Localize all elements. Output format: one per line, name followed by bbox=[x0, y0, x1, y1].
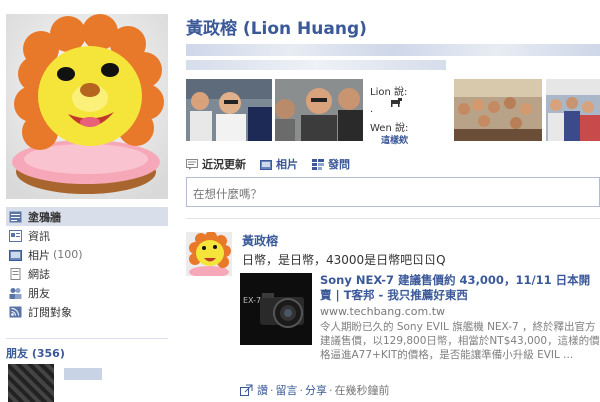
wen-reply-text: 這樣欸 bbox=[381, 136, 409, 146]
sidebar-item-label: 網誌 bbox=[28, 267, 50, 281]
friend-name-blurred[interactable] bbox=[64, 368, 102, 380]
share-button[interactable]: 分享 bbox=[305, 382, 327, 398]
sidebar-item-photos[interactable]: 相片 (100) bbox=[6, 245, 168, 264]
wen-says-label: Wen 說: bbox=[370, 123, 409, 134]
sidebar-item-subscriptions[interactable]: 訂閱對象 bbox=[6, 302, 168, 321]
photo-count: (100) bbox=[53, 248, 83, 261]
friend-avatar[interactable] bbox=[8, 364, 54, 402]
link-url: www.techbang.com.tw bbox=[320, 305, 446, 318]
sidebar-item-label: 相片 bbox=[28, 248, 50, 262]
sidebar-item-label: 塗鴉牆 bbox=[28, 210, 61, 224]
info-icon bbox=[9, 229, 22, 242]
like-button[interactable]: 讚 bbox=[257, 382, 268, 398]
sidebar-nav: 塗鴉牆 資訊 相片 (100) 網誌 朋友 訂閱對象 bbox=[6, 207, 168, 321]
lion-says-label: Lion 說: bbox=[370, 87, 408, 98]
sidebar-item-friends[interactable]: 朋友 bbox=[6, 283, 168, 302]
tagged-photo[interactable] bbox=[275, 79, 363, 141]
question-icon bbox=[312, 158, 324, 170]
post-actions: 讚 · 留言 · 分享 · 在幾秒鐘前 bbox=[240, 382, 390, 398]
notes-icon bbox=[9, 267, 22, 280]
share-link-icon bbox=[240, 384, 253, 396]
post-author-name[interactable]: 黃政榕 bbox=[242, 232, 278, 249]
link-title[interactable]: Sony NEX-7 建議售價約 43,000，11/11 日本開賣 | T客邦… bbox=[320, 273, 600, 303]
tagged-photo[interactable] bbox=[454, 79, 542, 141]
tab-label: 近況更新 bbox=[202, 158, 246, 171]
sidebar-item-label: 朋友 bbox=[28, 286, 50, 300]
post-text: 日幣，是日幣，43000是日幣吧ㄖㄖQ bbox=[242, 253, 446, 267]
link-description: 令人期盼已久的 Sony EVIL 旗艦機 NEX-7 ，終於釋出官方建議售價，… bbox=[320, 321, 600, 361]
subscriptions-icon bbox=[9, 306, 22, 318]
tab-status[interactable]: 近況更新 bbox=[186, 156, 246, 172]
profile-info-blurred-2 bbox=[186, 60, 446, 70]
photos-icon bbox=[9, 249, 22, 261]
tagged-photo[interactable] bbox=[546, 79, 600, 141]
tab-label: 發問 bbox=[328, 158, 350, 171]
sidebar-item-notes[interactable]: 網誌 bbox=[6, 264, 168, 283]
main-column: 黃政榕 (Lion Huang) Lion 說: · Wen 說: 這樣欸 近況… bbox=[186, 0, 600, 402]
divider bbox=[186, 218, 600, 219]
tab-photo[interactable]: 相片 bbox=[260, 156, 298, 172]
profile-name: 黃政榕 (Lion Huang) bbox=[186, 19, 367, 39]
link-thumbnail[interactable]: EX-7 bbox=[240, 273, 312, 345]
friends-icon bbox=[9, 287, 22, 299]
wall-to-wall-preview[interactable]: Lion 說: · Wen 說: 這樣欸 bbox=[367, 79, 451, 146]
wall-icon bbox=[9, 211, 22, 223]
tagged-photo[interactable] bbox=[186, 79, 272, 141]
photo-strip: Lion 說: · Wen 說: 這樣欸 bbox=[186, 79, 600, 146]
svg-text:EX-7: EX-7 bbox=[243, 296, 261, 305]
profile-info-blurred bbox=[186, 44, 600, 56]
friends-header[interactable]: 朋友 (356) bbox=[6, 338, 168, 361]
dog-icon bbox=[389, 97, 403, 110]
post-author-avatar[interactable] bbox=[186, 232, 232, 276]
sidebar-item-label: 訂閱對象 bbox=[28, 305, 72, 319]
profile-picture[interactable] bbox=[6, 14, 168, 199]
photo-icon bbox=[260, 159, 272, 170]
wall-tabs: 近況更新 相片 發問 bbox=[186, 156, 350, 172]
sidebar-item-wall[interactable]: 塗鴉牆 bbox=[6, 207, 168, 226]
status-icon bbox=[186, 158, 198, 170]
post-timestamp[interactable]: 在幾秒鐘前 bbox=[335, 382, 390, 398]
left-column: 塗鴉牆 資訊 相片 (100) 網誌 朋友 訂閱對象 朋友 (356) bbox=[0, 0, 168, 402]
sidebar-item-label: 資訊 bbox=[28, 229, 50, 243]
comment-button[interactable]: 留言 bbox=[276, 382, 298, 398]
sidebar-item-info[interactable]: 資訊 bbox=[6, 226, 168, 245]
status-input[interactable]: 在想什麼嗎？ bbox=[186, 177, 600, 207]
tab-question[interactable]: 發問 bbox=[312, 156, 350, 172]
tab-label: 相片 bbox=[276, 158, 298, 171]
